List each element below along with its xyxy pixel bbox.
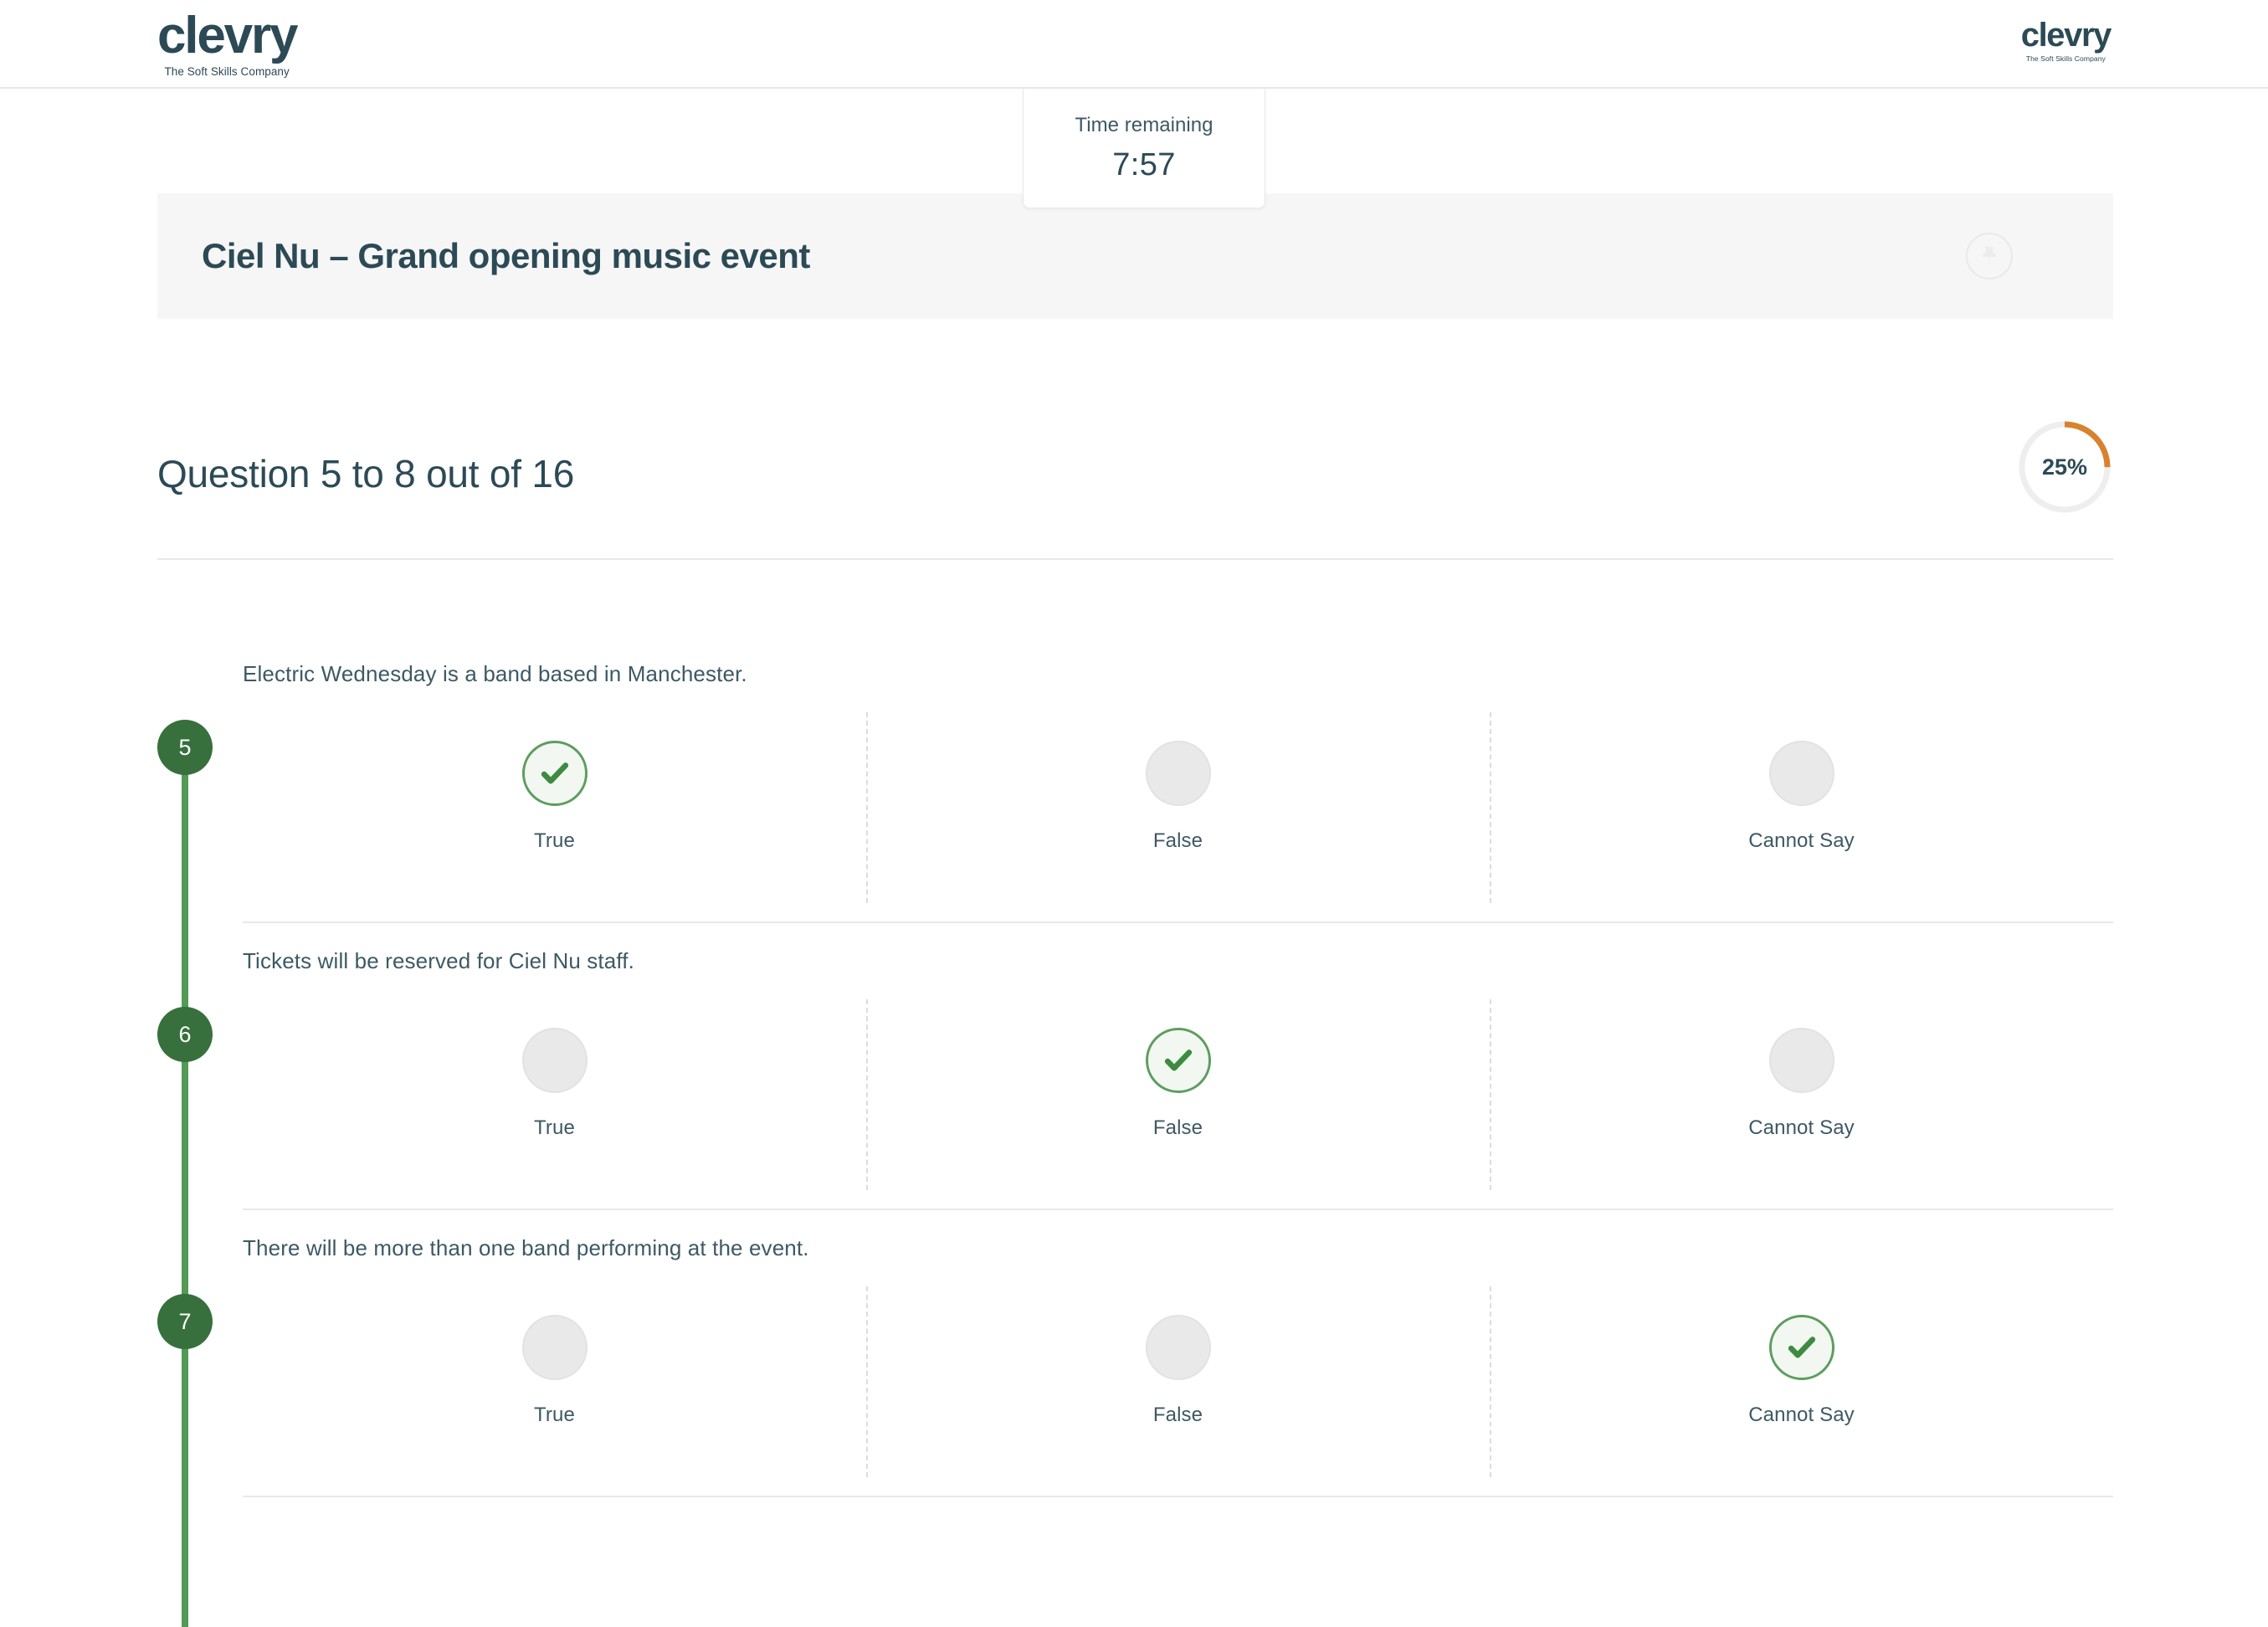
answer-option-label: False [1152,829,1203,852]
answer-option-true[interactable]: True [243,1270,866,1496]
question-number-badge: 5 [157,720,213,775]
answer-option-label: False [1152,1404,1203,1426]
question-block: Electric Wednesday is a band based in Ma… [157,636,2113,923]
answer-option-cannot-say[interactable]: Cannot Say [1490,1270,2113,1496]
answer-options-row: True False Cannot Say [243,983,2113,1209]
answer-options-row: True False Cannot Say [243,1270,2113,1496]
assessment-title: Ciel Nu – Grand opening music event [202,236,810,275]
radio-unselected[interactable] [1145,741,1211,806]
answer-option-label: Cannot Say [1748,1116,1855,1139]
question-stem: There will be more than one band perform… [243,1235,809,1260]
question-progress-header: Question 5 to 8 out of 16 25% [157,421,2113,513]
question-number-badge: 6 [157,1007,213,1062]
question-list: Electric Wednesday is a band based in Ma… [157,636,2113,1497]
pushpin-button[interactable] [1966,233,2013,280]
time-remaining-card: Time remaining 7:57 [1023,89,1265,208]
radio-unselected[interactable] [1768,741,1834,806]
answer-option-false[interactable]: False [866,1270,1490,1496]
question-block: There will be more than one band perform… [157,1210,2113,1497]
brand-logo-wordmark-small: clevry [2020,17,2112,54]
answer-options-row: True False Cannot Say [243,695,2113,921]
assessment-page: clevry The Soft Skills Company clevry Th… [0,0,2268,1627]
check-icon [1164,1050,1192,1071]
radio-selected[interactable] [1768,1315,1834,1380]
brand-logo-right: clevry The Soft Skills Company [2020,17,2112,63]
radio-selected[interactable] [521,741,588,806]
answer-option-true[interactable]: True [243,983,866,1209]
question-block: Tickets will be reserved for Ciel Nu sta… [157,923,2113,1210]
answer-option-true[interactable]: True [243,695,866,921]
answer-option-cannot-say[interactable]: Cannot Say [1490,983,2113,1209]
check-icon [541,762,568,784]
question-number-badge: 7 [157,1294,213,1349]
pushpin-icon [1983,247,1996,264]
answer-option-label: False [1152,1116,1203,1139]
check-icon [1788,1337,1815,1358]
answer-option-false[interactable]: False [866,983,1490,1209]
assessment-title-band: Ciel Nu – Grand opening music event [157,193,2113,319]
radio-selected[interactable] [1145,1028,1211,1093]
answer-option-label: Cannot Say [1748,1404,1855,1426]
answer-option-false[interactable]: False [866,695,1490,921]
question-range-heading: Question 5 to 8 out of 16 [157,452,575,495]
top-header: clevry The Soft Skills Company clevry Th… [0,0,2268,89]
brand-logo-tagline-small: The Soft Skills Company [2025,54,2106,63]
radio-unselected[interactable] [1145,1315,1211,1380]
answer-option-label: True [534,1116,575,1139]
answer-option-cannot-say[interactable]: Cannot Say [1490,695,2113,921]
header-divider [157,558,2113,560]
brand-logo-wordmark: clevry [157,7,298,64]
progress-ring: 25% [2016,418,2113,516]
answer-option-label: Cannot Say [1748,829,1855,852]
question-stem: Electric Wednesday is a band based in Ma… [243,661,747,686]
question-stem: Tickets will be reserved for Ciel Nu sta… [243,948,634,973]
radio-unselected[interactable] [521,1315,588,1380]
brand-logo-tagline: The Soft Skills Company [164,65,290,78]
time-remaining-label: Time remaining [1075,114,1214,136]
radio-unselected[interactable] [521,1028,588,1093]
question-divider [243,1496,2113,1497]
answer-option-label: True [534,829,575,852]
answer-option-label: True [534,1404,575,1426]
radio-unselected[interactable] [1768,1028,1834,1093]
time-remaining-value: 7:57 [1112,147,1176,182]
brand-logo-left: clevry The Soft Skills Company [157,7,298,78]
progress-percentage: 25% [2041,454,2088,480]
